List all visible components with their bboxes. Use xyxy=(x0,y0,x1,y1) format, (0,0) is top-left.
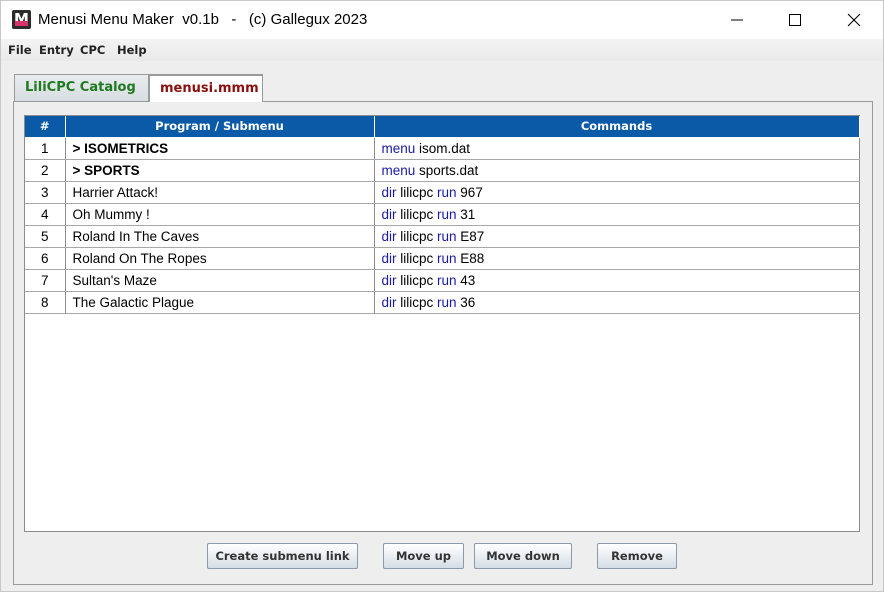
remove-button[interactable]: Remove xyxy=(597,543,677,569)
row-number: 2 xyxy=(25,159,66,182)
command-keyword: run xyxy=(437,184,457,200)
tab-menusi-mmm[interactable]: menusi.mmm xyxy=(149,74,263,102)
row-program-name[interactable]: The Galactic Plague xyxy=(65,291,375,314)
close-icon xyxy=(847,13,861,27)
row-program-name[interactable]: Roland On The Ropes xyxy=(65,247,375,270)
command-argument: lilicpc xyxy=(396,206,438,222)
row-number: 3 xyxy=(25,181,66,204)
row-commands[interactable]: menu sports.dat xyxy=(374,159,860,182)
row-program-name[interactable]: Oh Mummy ! xyxy=(65,203,375,226)
table-row[interactable]: 2 > SPORTS menu sports.dat xyxy=(25,159,860,182)
row-commands[interactable]: menu isom.dat xyxy=(374,137,860,160)
row-number: 6 xyxy=(25,247,66,270)
row-number: 7 xyxy=(25,269,66,292)
row-commands[interactable]: dir lilicpc run 36 xyxy=(374,291,860,314)
table-header-row: # Program / Submenu Commands xyxy=(25,116,860,138)
row-commands[interactable]: dir lilicpc run 31 xyxy=(374,203,860,226)
command-argument: E87 xyxy=(456,228,485,244)
table-row[interactable]: 7 Sultan's Maze dir lilicpc run 43 xyxy=(25,269,860,292)
move-down-button[interactable]: Move down xyxy=(474,543,572,569)
command-keyword: dir xyxy=(381,184,397,200)
command-argument: lilicpc xyxy=(396,184,438,200)
command-keyword: menu xyxy=(381,140,416,156)
command-keyword: menu xyxy=(381,162,416,178)
command-argument: 31 xyxy=(456,206,476,222)
row-commands[interactable]: dir lilicpc run 967 xyxy=(374,181,860,204)
menu-bar: File Entry CPC Help xyxy=(1,39,883,61)
table-row[interactable]: 8 The Galactic Plague dir lilicpc run 36 xyxy=(25,291,860,314)
menu-file[interactable]: File xyxy=(8,43,32,57)
window-title: Menusi Menu Maker v0.1b - (c) Gallegux 2… xyxy=(38,11,368,28)
row-program-name[interactable]: > ISOMETRICS xyxy=(65,137,375,160)
minimize-icon xyxy=(731,19,743,21)
close-button[interactable] xyxy=(825,1,883,39)
table-row[interactable]: 4 Oh Mummy ! dir lilicpc run 31 xyxy=(25,203,860,226)
command-argument: lilicpc xyxy=(396,294,438,310)
header-number[interactable]: # xyxy=(25,116,66,138)
app-logo-letter: M xyxy=(14,10,29,28)
command-argument: 967 xyxy=(456,184,483,200)
row-number: 4 xyxy=(25,203,66,226)
entries-table: # Program / Submenu Commands 1 > ISOMETRI… xyxy=(25,116,860,314)
row-number: 5 xyxy=(25,225,66,248)
table-row[interactable]: 6 Roland On The Ropes dir lilicpc run E88 xyxy=(25,247,860,270)
table-row[interactable]: 1 > ISOMETRICS menu isom.dat xyxy=(25,137,860,160)
row-commands[interactable]: dir lilicpc run E87 xyxy=(374,225,860,248)
row-program-name[interactable]: Roland In The Caves xyxy=(65,225,375,248)
row-number: 1 xyxy=(25,137,66,160)
command-argument: isom.dat xyxy=(415,140,471,156)
entries-table-container[interactable]: # Program / Submenu Commands 1 > ISOMETRI… xyxy=(24,115,860,532)
command-keyword: dir xyxy=(381,272,397,288)
maximize-icon xyxy=(789,14,801,26)
command-keyword: dir xyxy=(381,250,397,266)
title-bar[interactable]: M Menusi Menu Maker v0.1b - (c) Gallegux… xyxy=(1,1,883,39)
tab-lilicpc-catalog[interactable]: LiliCPC Catalog xyxy=(14,74,149,101)
command-argument: lilicpc xyxy=(396,228,438,244)
menu-help[interactable]: Help xyxy=(117,43,147,57)
menu-entry[interactable]: Entry xyxy=(39,43,74,57)
command-argument: sports.dat xyxy=(415,162,479,178)
command-argument: 43 xyxy=(456,272,476,288)
command-argument: lilicpc xyxy=(396,272,438,288)
table-row[interactable]: 3 Harrier Attack! dir lilicpc run 967 xyxy=(25,181,860,204)
header-program[interactable]: Program / Submenu xyxy=(65,116,375,138)
command-keyword: run xyxy=(437,250,457,266)
row-program-name[interactable]: Harrier Attack! xyxy=(65,181,375,204)
row-commands[interactable]: dir lilicpc run 43 xyxy=(374,269,860,292)
command-keyword: dir xyxy=(381,228,397,244)
command-keyword: dir xyxy=(381,294,397,310)
app-window: M Menusi Menu Maker v0.1b - (c) Gallegux… xyxy=(0,0,884,592)
minimize-button[interactable] xyxy=(708,1,766,39)
row-number: 8 xyxy=(25,291,66,314)
command-keyword: dir xyxy=(381,206,397,222)
command-keyword: run xyxy=(437,294,457,310)
row-program-name[interactable]: > SPORTS xyxy=(65,159,375,182)
row-commands[interactable]: dir lilicpc run E88 xyxy=(374,247,860,270)
command-keyword: run xyxy=(437,206,457,222)
maximize-button[interactable] xyxy=(766,1,824,39)
command-argument: E88 xyxy=(456,250,485,266)
row-program-name[interactable]: Sultan's Maze xyxy=(65,269,375,292)
create-submenu-link-button[interactable]: Create submenu link xyxy=(207,543,358,569)
command-argument: 36 xyxy=(456,294,476,310)
move-up-button[interactable]: Move up xyxy=(383,543,464,569)
command-argument: lilicpc xyxy=(396,250,438,266)
command-keyword: run xyxy=(437,272,457,288)
command-keyword: run xyxy=(437,228,457,244)
app-logo-accent xyxy=(15,21,28,26)
header-commands[interactable]: Commands xyxy=(374,116,860,138)
app-logo-icon: M xyxy=(12,10,31,29)
table-row[interactable]: 5 Roland In The Caves dir lilicpc run E87 xyxy=(25,225,860,248)
menu-cpc[interactable]: CPC xyxy=(80,43,105,57)
